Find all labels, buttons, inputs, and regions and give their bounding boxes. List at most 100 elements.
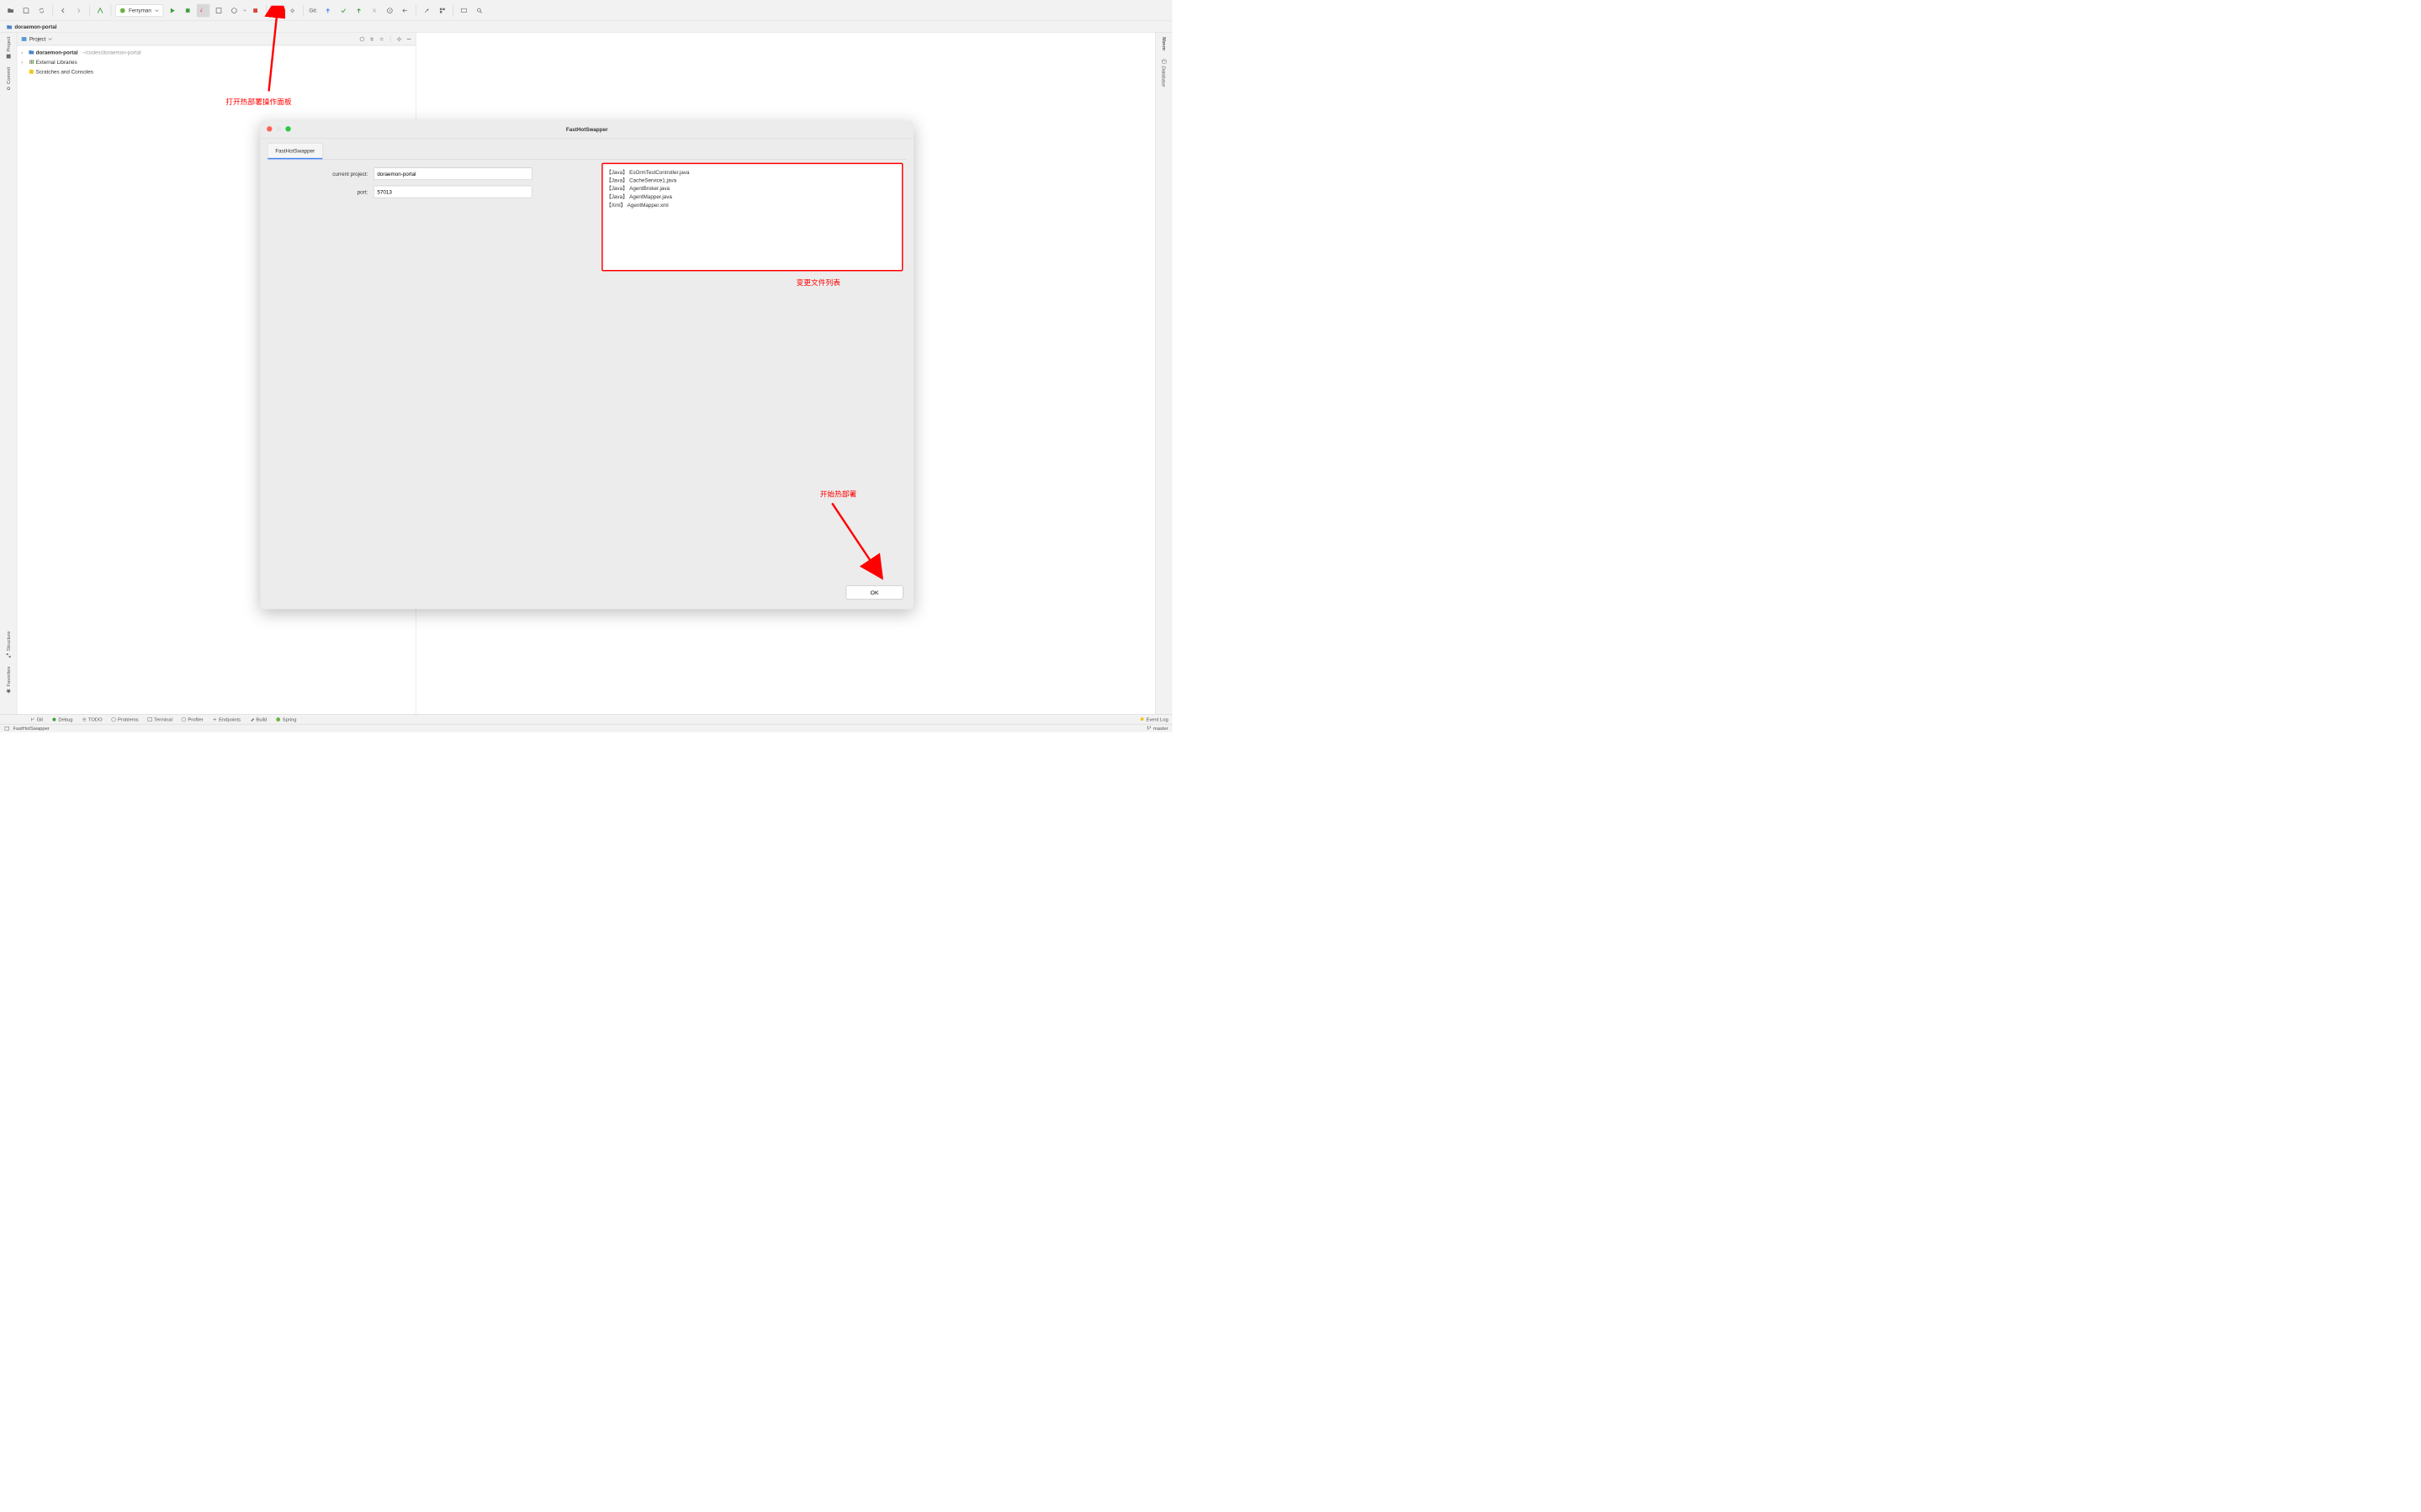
left-tool-rail-bottom: Favorites Structure (0, 631, 17, 697)
coverage-icon[interactable] (212, 4, 225, 17)
select-opened-icon[interactable] (359, 36, 365, 42)
hotswap-icon[interactable] (197, 4, 209, 17)
tab-problems[interactable]: Problems (111, 716, 138, 722)
git-undo-icon[interactable] (399, 4, 411, 17)
endpoint-icon (212, 716, 217, 722)
folder-icon (7, 24, 13, 29)
dialog-tabs: FastHotSwapper (268, 143, 906, 159)
branch-icon (30, 716, 35, 722)
close-icon[interactable] (267, 126, 272, 131)
collapse-all-icon[interactable] (379, 36, 384, 42)
expand-all-icon[interactable] (369, 36, 375, 42)
panel-title[interactable]: Project (29, 36, 46, 42)
search-icon[interactable] (473, 4, 485, 17)
tab-spring[interactable]: Spring (276, 716, 297, 722)
stop-icon[interactable] (249, 4, 262, 17)
annotation-arrow-2 (820, 495, 893, 585)
run-config-selector[interactable]: Ferryman (115, 4, 163, 17)
tree-scratches[interactable]: › Scratches and Consoles (17, 66, 416, 77)
git-fetch-icon[interactable] (368, 4, 380, 17)
profiler-icon (182, 716, 187, 722)
rail-database[interactable]: Database (1161, 59, 1167, 87)
bottom-tool-tabs: Git Debug TODO Problems Terminal Profile… (0, 714, 1173, 724)
git-push-icon[interactable] (352, 4, 365, 17)
tab-git[interactable]: Git (30, 716, 43, 722)
gear-icon[interactable] (396, 36, 402, 42)
hotswap-dialog: FastHotSwapper FastHotSwapper current pr… (260, 120, 914, 609)
chevron-down-icon[interactable] (243, 8, 246, 12)
tab-todo[interactable]: TODO (82, 716, 102, 722)
rail-structure[interactable]: Structure (6, 631, 12, 658)
window-controls (267, 126, 291, 131)
breadcrumb: doraemon-portal (0, 21, 1173, 33)
file-list-item[interactable]: 【Xml】 AgentMapper.xml (606, 201, 898, 209)
hammer-icon (250, 716, 255, 722)
tab-endpoints[interactable]: Endpoints (212, 716, 241, 722)
forward-icon[interactable] (72, 4, 85, 17)
git-pull-icon[interactable] (321, 4, 334, 17)
wrench-icon[interactable] (421, 4, 433, 17)
profiler-run-icon[interactable] (227, 4, 240, 17)
warning-icon (111, 716, 116, 722)
run-icon[interactable] (166, 4, 178, 17)
minimize-icon[interactable] (276, 126, 281, 131)
window-icon[interactable] (4, 726, 10, 732)
device-icon[interactable] (270, 4, 283, 17)
project-view-icon (21, 36, 27, 42)
open-icon[interactable] (4, 4, 17, 17)
status-bar: FastHotSwapper master (0, 724, 1173, 732)
file-list-item[interactable]: 【Java】 EsOrmTestController.java (606, 168, 898, 177)
project-tree: › doraemon-portal ~/codes/doraemon-porta… (17, 45, 416, 78)
rail-project[interactable]: Project (6, 37, 12, 60)
back-icon[interactable] (56, 4, 69, 17)
tab-event-log[interactable]: Event Log (1140, 716, 1168, 722)
file-list-item[interactable]: 【Java】 AgentMapper.java (606, 193, 898, 201)
project-structure-icon[interactable] (436, 4, 448, 17)
hide-icon[interactable] (406, 36, 412, 42)
chevron-down-icon[interactable] (48, 37, 52, 41)
annotation-file-list: 变更文件列表 (797, 277, 840, 288)
project-icon (6, 54, 12, 60)
tab-terminal[interactable]: Terminal (147, 716, 172, 722)
branch-icon (1147, 726, 1152, 731)
tab-fasthotswapper[interactable]: FastHotSwapper (268, 143, 322, 159)
input-current-project[interactable] (373, 167, 532, 180)
bug-icon (52, 716, 57, 722)
sync-icon[interactable] (35, 4, 48, 17)
tab-build[interactable]: Build (250, 716, 268, 722)
presentation-icon[interactable] (458, 4, 470, 17)
database-icon (1161, 59, 1167, 65)
file-list-item[interactable]: 【Java】 CacheService1.java (606, 177, 898, 185)
main-toolbar: Ferryman Git: (0, 0, 1173, 21)
rail-maven[interactable]: Maven (1161, 37, 1167, 50)
tree-root[interactable]: › doraemon-portal ~/codes/doraemon-porta… (17, 47, 416, 57)
file-list-item[interactable]: 【Java】 AgentBroker.java (606, 184, 898, 193)
input-port[interactable] (373, 186, 532, 198)
rail-favorites[interactable]: Favorites (6, 666, 12, 694)
zoom-icon[interactable] (285, 126, 290, 131)
terminal-icon (147, 716, 152, 722)
debug-icon[interactable] (181, 4, 193, 17)
save-icon[interactable] (19, 4, 32, 17)
build-icon[interactable] (93, 4, 106, 17)
chevron-down-icon (155, 8, 159, 13)
right-tool-rail: Maven Database (1155, 33, 1172, 716)
list-icon (82, 716, 87, 722)
scratch-icon (29, 69, 34, 75)
breadcrumb-project[interactable]: doraemon-portal (14, 24, 56, 29)
spring-icon (119, 8, 125, 13)
git-branch[interactable]: master (1147, 726, 1168, 732)
tree-external-libs[interactable]: › External Libraries (17, 57, 416, 67)
tab-debug[interactable]: Debug (52, 716, 73, 722)
commit-icon (6, 86, 12, 92)
dialog-title: FastHotSwapper (566, 126, 608, 132)
balloon-icon (1140, 716, 1145, 722)
tab-profiler[interactable]: Profiler (182, 716, 204, 722)
rail-commit[interactable]: Commit (6, 67, 12, 92)
label-current-project: current project: (268, 171, 373, 177)
attach-icon[interactable] (286, 4, 299, 17)
dialog-titlebar[interactable]: FastHotSwapper (260, 120, 914, 138)
ok-button[interactable]: OK (846, 585, 903, 599)
git-commit-icon[interactable] (336, 4, 349, 17)
git-history-icon[interactable] (384, 4, 396, 17)
